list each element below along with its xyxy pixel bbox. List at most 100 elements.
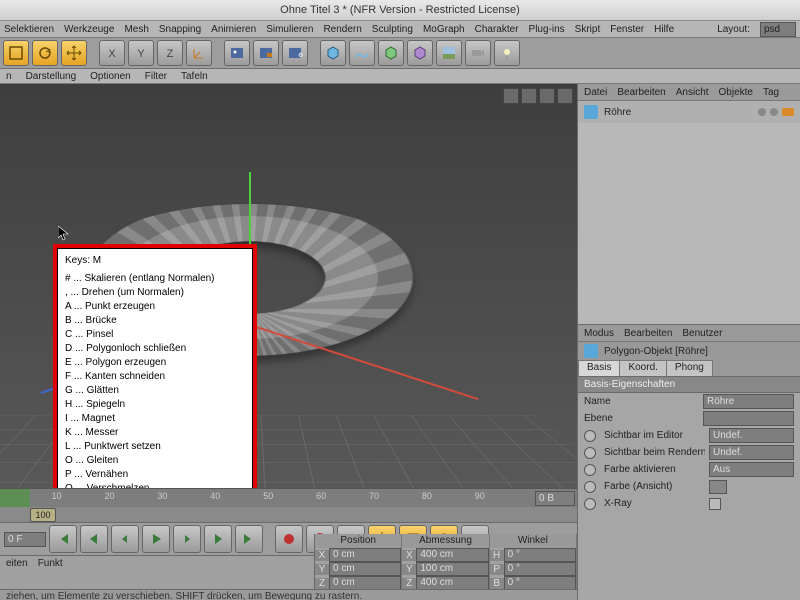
popup-item[interactable]: C ... Pinsel	[65, 328, 245, 342]
menu-mograph[interactable]: MoGraph	[423, 24, 465, 35]
next-key-icon[interactable]	[204, 525, 232, 553]
vis-editor-select[interactable]: Undef.	[709, 428, 794, 443]
popup-item[interactable]: G ... Glätten	[65, 384, 245, 398]
tab-koord[interactable]: Koord.	[619, 360, 666, 376]
viewport-orbit-icon[interactable]	[539, 88, 555, 104]
popup-item[interactable]: K ... Messer	[65, 426, 245, 440]
attr-menu-benutzer[interactable]: Benutzer	[682, 328, 722, 339]
goto-start-icon[interactable]	[49, 525, 77, 553]
anim-dot-icon[interactable]	[584, 481, 596, 493]
phong-tag-icon[interactable]	[782, 108, 794, 116]
pos-x-field[interactable]: 0 cm	[329, 548, 401, 562]
objmgr-empty-area[interactable]	[578, 123, 800, 324]
popup-item[interactable]: I ... Magnet	[65, 412, 245, 426]
menu-mesh[interactable]: Mesh	[124, 24, 148, 35]
size-x-field[interactable]: 400 cm	[416, 548, 488, 562]
add-deformer-icon[interactable]	[407, 40, 433, 66]
viewport[interactable]: Keys: M # ... Skalieren (entlang Normale…	[0, 84, 577, 600]
timeline-end-field[interactable]: 0 B	[535, 491, 575, 506]
size-y-field[interactable]: 100 cm	[416, 562, 488, 576]
menu-werkzeuge[interactable]: Werkzeuge	[64, 24, 114, 35]
add-spline-icon[interactable]	[349, 40, 375, 66]
popup-item[interactable]: F ... Kanten schneiden	[65, 370, 245, 384]
popup-item[interactable]: H ... Spiegeln	[65, 398, 245, 412]
anim-dot-icon[interactable]	[584, 464, 596, 476]
ang-h-field[interactable]: 0 °	[504, 548, 576, 562]
render-settings-icon[interactable]: ⚙	[282, 40, 308, 66]
menu-selektieren[interactable]: Selektieren	[4, 24, 54, 35]
viewport-menu-optionen[interactable]: Optionen	[90, 71, 131, 82]
prev-frame-icon[interactable]	[111, 525, 139, 553]
menu-skript[interactable]: Skript	[575, 24, 601, 35]
popup-item[interactable]: E ... Polygon erzeugen	[65, 356, 245, 370]
goto-end-icon[interactable]	[235, 525, 263, 553]
usecolor-select[interactable]: Aus	[709, 462, 794, 477]
size-z-field[interactable]: 400 cm	[416, 576, 488, 590]
coord-system-icon[interactable]	[186, 40, 212, 66]
popup-item[interactable]: # ... Skalieren (entlang Normalen)	[65, 272, 245, 286]
objmgr-menu-datei[interactable]: Datei	[584, 87, 607, 98]
rotate-tool-icon[interactable]	[32, 40, 58, 66]
menu-animieren[interactable]: Animieren	[211, 24, 256, 35]
lock-y-icon[interactable]: Y	[128, 40, 154, 66]
add-environment-icon[interactable]	[436, 40, 462, 66]
objmgr-menu-bearbeiten[interactable]: Bearbeiten	[617, 87, 665, 98]
tab-basis[interactable]: Basis	[578, 360, 620, 376]
add-primitive-icon[interactable]	[320, 40, 346, 66]
material-tab[interactable]: Funkt	[38, 558, 63, 569]
render-pv-icon[interactable]	[253, 40, 279, 66]
viewport-zoom-icon[interactable]	[521, 88, 537, 104]
lock-x-icon[interactable]: X	[99, 40, 125, 66]
menu-rendern[interactable]: Rendern	[323, 24, 361, 35]
menu-snapping[interactable]: Snapping	[159, 24, 201, 35]
popup-item[interactable]: A ... Punkt erzeugen	[65, 300, 245, 314]
visibility-render-dot[interactable]	[770, 108, 778, 116]
popup-item[interactable]: O ... Gleiten	[65, 454, 245, 468]
layout-selector[interactable]: psd	[760, 22, 796, 37]
object-name[interactable]: Röhre	[604, 107, 631, 118]
anim-dot-icon[interactable]	[584, 430, 596, 442]
menu-simulieren[interactable]: Simulieren	[266, 24, 313, 35]
viewport-toggle-icon[interactable]	[557, 88, 573, 104]
layer-field[interactable]	[703, 411, 794, 426]
attr-menu-bearbeiten[interactable]: Bearbeiten	[624, 328, 672, 339]
menu-sculpting[interactable]: Sculpting	[372, 24, 413, 35]
next-frame-icon[interactable]	[173, 525, 201, 553]
viewport-menu-left[interactable]: n	[6, 71, 12, 82]
add-generator-icon[interactable]	[378, 40, 404, 66]
add-camera-icon[interactable]	[465, 40, 491, 66]
popup-item[interactable]: L ... Punktwert setzen	[65, 440, 245, 454]
color-swatch-icon[interactable]	[709, 480, 727, 494]
frame-start-field[interactable]: 0 F	[4, 532, 46, 547]
object-row-roehre[interactable]: Röhre	[578, 101, 800, 123]
scale-tool-icon[interactable]	[3, 40, 29, 66]
menu-hilfe[interactable]: Hilfe	[654, 24, 674, 35]
move-tool-icon[interactable]	[61, 40, 87, 66]
menu-plugins[interactable]: Plug-ins	[529, 24, 565, 35]
anim-dot-icon[interactable]	[584, 498, 596, 510]
popup-item[interactable]: P ... Vernähen	[65, 468, 245, 482]
viewport-menu-filter[interactable]: Filter	[145, 71, 167, 82]
lock-z-icon[interactable]: Z	[157, 40, 183, 66]
menu-fenster[interactable]: Fenster	[610, 24, 644, 35]
pos-z-field[interactable]: 0 cm	[329, 576, 401, 590]
record-key-icon[interactable]	[275, 525, 303, 553]
tab-phong[interactable]: Phong	[666, 360, 713, 376]
ang-p-field[interactable]: 0 °	[504, 562, 576, 576]
vis-render-select[interactable]: Undef.	[709, 445, 794, 460]
render-view-icon[interactable]	[224, 40, 250, 66]
popup-item[interactable]: B ... Brücke	[65, 314, 245, 328]
popup-item[interactable]: , ... Drehen (um Normalen)	[65, 286, 245, 300]
viewport-menu-darstellung[interactable]: Darstellung	[26, 71, 77, 82]
menu-charakter[interactable]: Charakter	[475, 24, 519, 35]
pos-y-field[interactable]: 0 cm	[329, 562, 401, 576]
popup-item[interactable]: D ... Polygonloch schließen	[65, 342, 245, 356]
play-forward-icon[interactable]	[142, 525, 170, 553]
name-field[interactable]: Röhre	[703, 394, 794, 409]
add-light-icon[interactable]	[494, 40, 520, 66]
material-tab[interactable]: eiten	[6, 558, 28, 569]
ang-b-field[interactable]: 0 °	[504, 576, 576, 590]
visibility-editor-dot[interactable]	[758, 108, 766, 116]
axis-y-icon[interactable]	[249, 172, 251, 252]
attr-menu-modus[interactable]: Modus	[584, 328, 614, 339]
